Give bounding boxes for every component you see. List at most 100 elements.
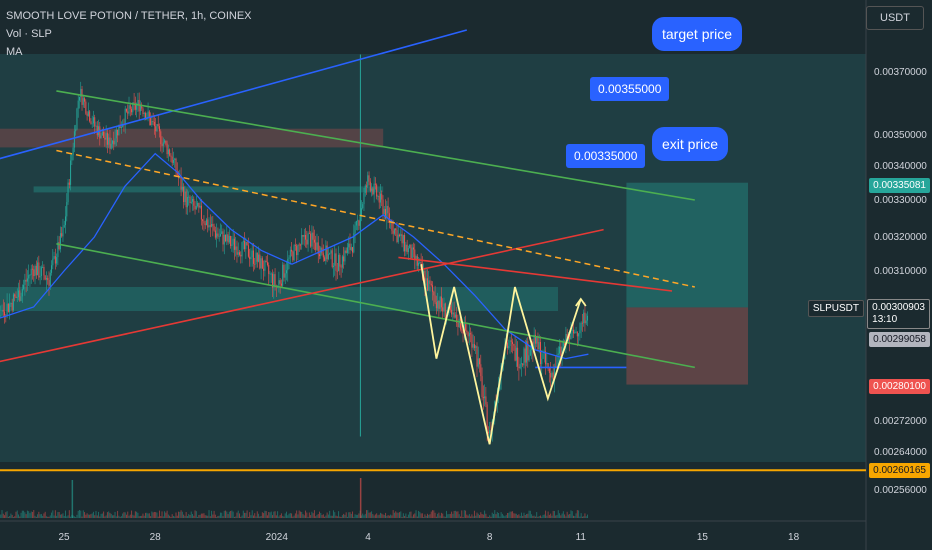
candle-body [148,111,150,117]
current-price-value: 0.00300903 [872,302,925,313]
volume-bar [515,513,517,518]
candle-body [113,140,115,145]
volume-bar [297,514,299,518]
volume-bar [189,514,191,518]
volume-bar [28,511,30,518]
candle-body [296,245,298,256]
volume-bar [534,516,536,518]
volume-bar [165,512,167,518]
candle-body [437,300,439,309]
candle-body [30,268,32,275]
candle-body [103,131,105,138]
candle-body [367,175,369,187]
volume-bar [236,512,238,518]
candle-body [581,322,583,324]
time-tick-label: 28 [150,532,162,543]
candle-body [195,206,197,210]
candle-body [101,131,103,136]
volume-bar [392,510,394,518]
volume-bar [423,516,425,518]
candle-body [190,201,192,204]
volume-bar [56,515,58,518]
volume-bar [203,513,205,518]
volume-bar [556,514,558,518]
target-level-note[interactable]: 0.00355000 [590,77,670,101]
candle-body [440,296,442,308]
volume-bar [350,513,352,518]
candle-body [207,219,209,228]
volume-bar [409,511,411,518]
volume-bar [490,516,492,518]
volume-bar [4,515,6,518]
volume-bar [524,514,526,518]
volume-bar [31,511,33,518]
exit-level-note[interactable]: 0.00335000 [566,144,646,168]
volume-bar [312,513,314,518]
volume-bar [571,511,573,518]
candle-body [49,272,51,286]
volume-bar [541,516,543,518]
candle-body [468,333,470,337]
volume-bar [283,516,285,518]
volume-bar [580,513,582,518]
candle-body [294,245,296,246]
volume-bar [42,515,44,518]
candle-body [470,333,472,335]
candle-body [94,117,96,127]
candle-body [236,246,238,255]
volume-bar [142,513,144,518]
candle-body [484,396,486,399]
volume-bar [85,514,87,518]
volume-bar [466,514,468,518]
candle-body [352,247,354,253]
volume-bar [308,512,310,518]
candle-body [87,111,89,116]
candle-body [198,202,200,208]
volume-bar [162,516,164,518]
volume-bar [374,514,376,518]
candle-body [214,230,216,238]
candle-body [393,228,395,234]
candle-body [151,121,153,126]
candle-body [282,264,284,286]
volume-bar [373,515,375,518]
volume-bar [322,514,324,518]
volume-bar [24,512,26,518]
volume-bar [86,513,88,518]
price-chart[interactable]: 0.00370000 0.00350000 0.00340000 0.00330000… [0,0,932,550]
candle-body [128,105,130,114]
candle-body [378,196,380,203]
zone-1 [33,186,384,193]
volume-bar [278,516,280,518]
candle-body [233,238,235,250]
volume-bar [62,513,64,518]
candle-body [471,334,473,348]
candle-body [350,247,352,250]
candle-body [438,300,440,309]
volume-bar [207,515,209,518]
volume-bar [493,513,494,518]
candle-body [68,182,70,185]
currency-button[interactable]: USDT [866,6,924,30]
candle-body [306,239,308,245]
candle-body [75,129,77,132]
volume-bar [397,512,399,518]
exit-price-note[interactable]: exit price [652,127,729,161]
volume-bar [454,510,456,518]
candle-body [579,330,581,334]
candle-body [114,138,116,145]
volume-bar [174,516,176,518]
volume-bar [221,512,223,518]
target-price-note[interactable]: target price [652,17,743,51]
candle-body [209,225,211,227]
candle-body [400,234,402,237]
volume-bar [369,512,371,518]
volume-bar [57,512,59,518]
price-tick-label: 0.00264000 [874,447,927,458]
volume-indicator-label[interactable]: Vol · SLP [6,28,52,40]
ma-indicator-label[interactable]: MA [6,46,23,58]
volume-bar [510,511,512,518]
volume-bar [275,515,277,518]
volume-bar [110,513,112,518]
candle-body [37,262,39,276]
